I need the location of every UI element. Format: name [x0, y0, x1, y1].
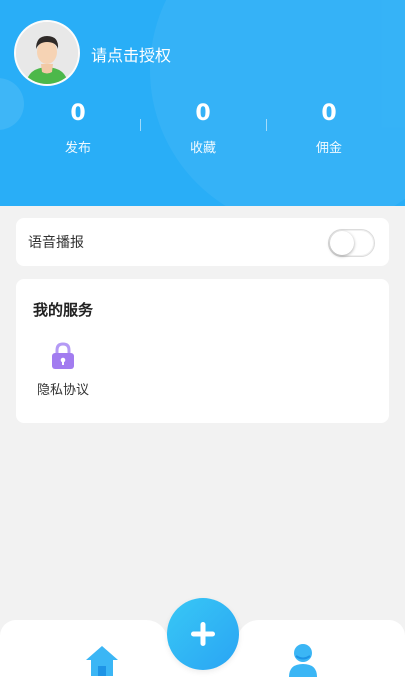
my-services-card: 我的服务 隐私协议: [16, 279, 389, 423]
avatar[interactable]: [14, 20, 80, 86]
user-icon: [289, 644, 317, 677]
home-icon: [86, 646, 118, 676]
voice-broadcast-card: 语音播报: [16, 218, 389, 266]
plus-icon: [191, 622, 215, 646]
stat-publish[interactable]: 0 发布: [18, 100, 138, 156]
stat-favorites[interactable]: 0 收藏: [143, 100, 263, 156]
bottom-tab-bar: [0, 598, 405, 700]
stat-commission-value: 0: [321, 101, 337, 126]
stat-favorites-label: 收藏: [189, 141, 216, 156]
stat-publish-value: 0: [70, 101, 86, 126]
stat-commission[interactable]: 0 佣金: [269, 100, 389, 156]
stat-commission-label: 佣金: [315, 141, 342, 156]
authorize-prompt[interactable]: 请点击授权: [91, 42, 171, 66]
voice-broadcast-toggle[interactable]: [328, 229, 375, 257]
stat-favorites-value: 0: [195, 101, 211, 126]
stat-divider: [140, 119, 141, 131]
stat-publish-label: 发布: [64, 141, 91, 156]
tab-bar-right-panel: [237, 620, 405, 700]
lock-icon: [52, 342, 74, 369]
toggle-knob: [330, 231, 354, 255]
my-services-title: 我的服务: [33, 301, 94, 319]
tab-home[interactable]: [84, 644, 120, 678]
service-item-privacy[interactable]: 隐私协议: [32, 341, 94, 398]
stat-divider: [266, 119, 267, 131]
add-post-button[interactable]: [167, 598, 239, 670]
tab-profile[interactable]: [286, 642, 320, 678]
default-avatar-icon: [16, 22, 78, 84]
voice-broadcast-label: 语音播报: [28, 235, 84, 251]
profile-header: 请点击授权 0 发布 0 收藏 0 佣金: [0, 0, 405, 206]
page: 请点击授权 0 发布 0 收藏 0 佣金 语音播报 我的服务 隐私协议: [0, 0, 405, 700]
service-item-label: 隐私协议: [36, 383, 89, 398]
